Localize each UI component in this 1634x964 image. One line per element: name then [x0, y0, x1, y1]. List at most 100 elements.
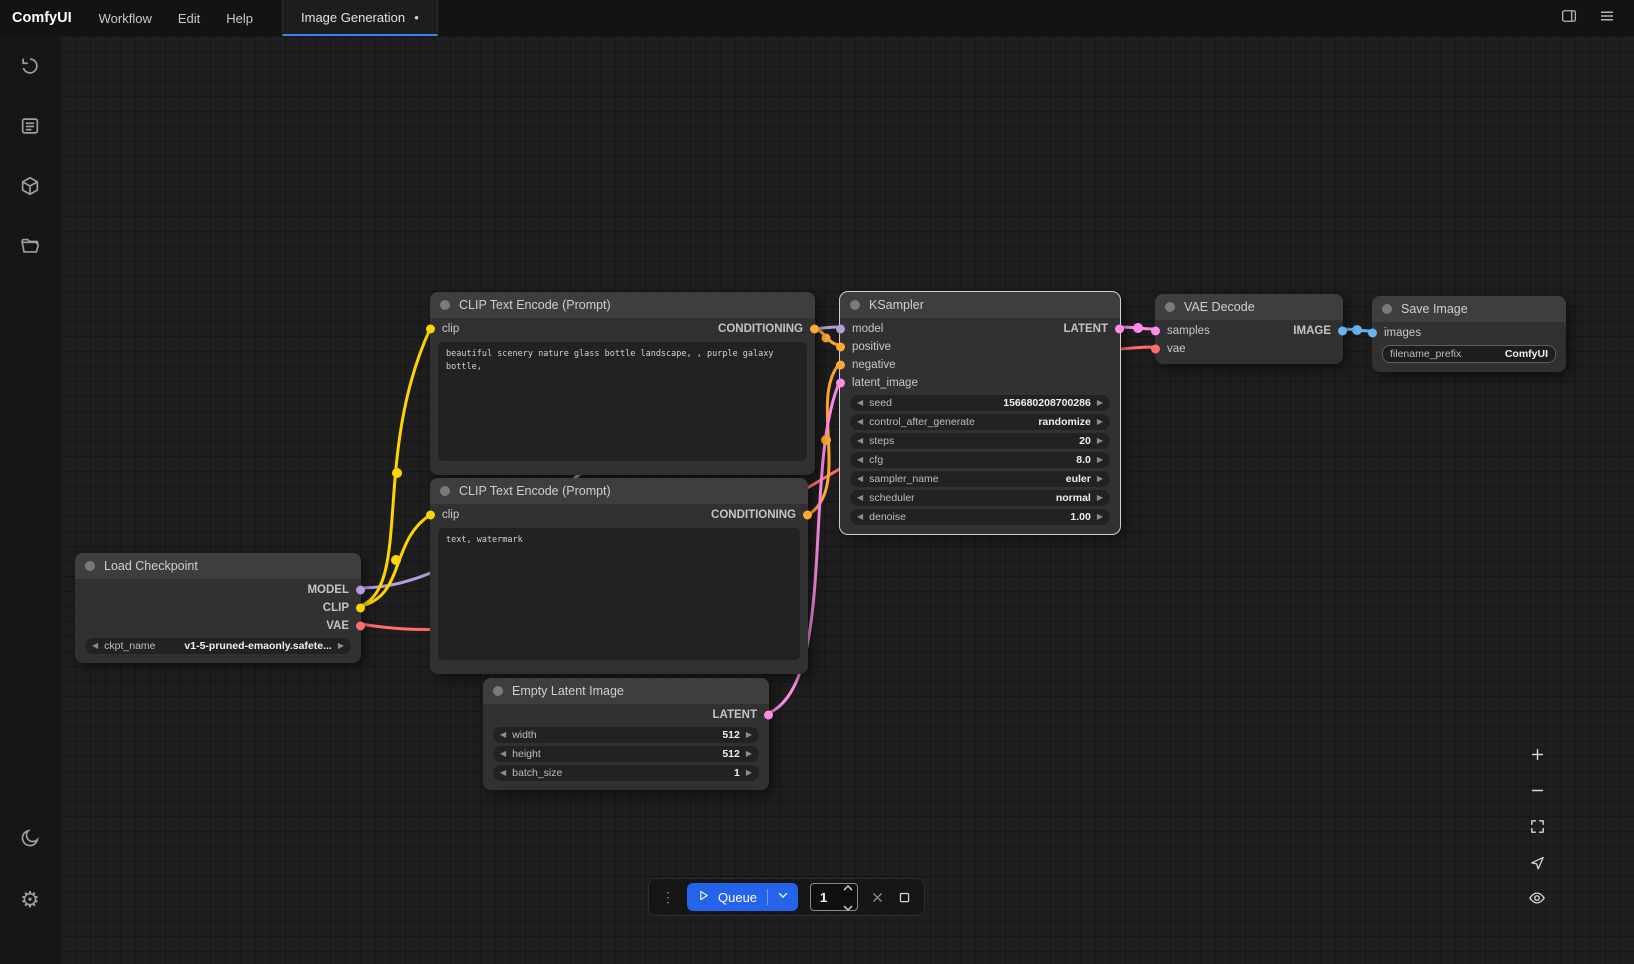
collapse-dot-icon[interactable] — [440, 300, 450, 310]
widget-steps[interactable]: ◀ steps 20 ▶ — [850, 433, 1110, 449]
node-save-image[interactable]: Save Image images filename_prefix ComfyU… — [1372, 296, 1566, 372]
node-clip-text-encode-positive[interactable]: CLIP Text Encode (Prompt) clip CONDITION… — [430, 292, 815, 475]
widget-scheduler[interactable]: ◀ scheduler normal ▶ — [850, 490, 1110, 506]
collapse-dot-icon[interactable] — [850, 300, 860, 310]
prompt-text-widget[interactable]: beautiful scenery nature glass bottle la… — [438, 342, 807, 461]
fit-view-button[interactable] — [1520, 812, 1554, 840]
widget-seed[interactable]: ◀ seed 156680208700286 ▶ — [850, 395, 1110, 411]
menu-edit[interactable]: Edit — [165, 0, 213, 36]
increment-icon[interactable]: ▶ — [1097, 399, 1103, 407]
stepper-up-icon[interactable] — [843, 878, 853, 896]
widget-batch-size[interactable]: ◀ batch_size 1 ▶ — [493, 765, 759, 781]
node-header[interactable]: KSampler — [840, 292, 1120, 318]
batch-count-input[interactable]: 1 — [810, 883, 858, 911]
queue-button[interactable]: Queue — [687, 889, 767, 905]
settings-button[interactable]: ⚙ — [10, 880, 50, 920]
widget-width[interactable]: ◀ width 512 ▶ — [493, 727, 759, 743]
input-port-images[interactable] — [1368, 329, 1377, 338]
input-port-clip[interactable] — [426, 511, 435, 520]
increment-icon[interactable]: ▶ — [1097, 475, 1103, 483]
model-library-button[interactable] — [10, 168, 50, 208]
stop-button[interactable] — [897, 890, 912, 905]
decrement-icon[interactable]: ◀ — [857, 437, 863, 445]
increment-icon[interactable]: ▶ — [1097, 418, 1103, 426]
widget-sampler-name[interactable]: ◀ sampler_name euler ▶ — [850, 471, 1110, 487]
decrement-icon[interactable]: ◀ — [857, 494, 863, 502]
toolbar-drag-handle-icon[interactable]: ⋮ — [661, 889, 675, 906]
output-port-image[interactable] — [1338, 327, 1347, 336]
toggle-panel-button[interactable] — [1554, 4, 1584, 32]
output-port-vae[interactable] — [356, 622, 365, 631]
increment-icon[interactable]: ▶ — [746, 750, 752, 758]
link-dot-samples[interactable] — [1133, 323, 1143, 333]
widget-cfg[interactable]: ◀ cfg 8.0 ▶ — [850, 452, 1110, 468]
output-port-conditioning[interactable] — [810, 325, 819, 334]
decrement-icon[interactable]: ◀ — [857, 399, 863, 407]
widget-denoise[interactable]: ◀ denoise 1.00 ▶ — [850, 509, 1110, 525]
node-empty-latent-image[interactable]: Empty Latent Image LATENT ◀ width 512 ▶ … — [483, 678, 769, 790]
increment-icon[interactable]: ▶ — [1097, 456, 1103, 464]
stepper-down-icon[interactable] — [843, 898, 853, 916]
increment-icon[interactable]: ▶ — [746, 731, 752, 739]
collapse-dot-icon[interactable] — [85, 561, 95, 571]
node-vae-decode[interactable]: VAE Decode samples IMAGE vae — [1155, 294, 1343, 364]
node-header[interactable]: Save Image — [1372, 296, 1566, 322]
input-port-samples[interactable] — [1151, 327, 1160, 336]
widget-ckpt-name[interactable]: ◀ ckpt_name v1-5-pruned-emaonly.safete..… — [85, 638, 351, 654]
collapse-dot-icon[interactable] — [493, 686, 503, 696]
increment-icon[interactable]: ▶ — [746, 769, 752, 777]
decrement-icon[interactable]: ◀ — [92, 642, 98, 650]
collapse-dot-icon[interactable] — [1382, 304, 1392, 314]
link-dot-image[interactable] — [1352, 325, 1362, 335]
decrement-icon[interactable]: ◀ — [857, 475, 863, 483]
input-port-model[interactable] — [836, 325, 845, 334]
queue-history-button[interactable] — [10, 108, 50, 148]
link-dot-clip-negative[interactable] — [391, 555, 401, 565]
main-menu-button[interactable] — [1592, 4, 1622, 32]
decrement-icon[interactable]: ◀ — [857, 513, 863, 521]
output-port-latent[interactable] — [764, 711, 773, 720]
decrement-icon[interactable]: ◀ — [500, 731, 506, 739]
input-port-positive[interactable] — [836, 343, 845, 352]
queue-options-button[interactable] — [768, 888, 798, 907]
menu-help[interactable]: Help — [213, 0, 266, 36]
widget-filename-prefix[interactable]: filename_prefix ComfyUI — [1382, 345, 1556, 363]
collapse-dot-icon[interactable] — [440, 486, 450, 496]
increment-icon[interactable]: ▶ — [1097, 494, 1103, 502]
increment-icon[interactable]: ▶ — [1097, 513, 1103, 521]
increment-icon[interactable]: ▶ — [338, 642, 344, 650]
node-header[interactable]: Empty Latent Image — [483, 678, 769, 704]
input-port-latent-image[interactable] — [836, 379, 845, 388]
input-port-negative[interactable] — [836, 361, 845, 370]
cancel-run-button[interactable] — [870, 890, 885, 905]
output-port-conditioning[interactable] — [803, 511, 812, 520]
zoom-in-button[interactable] — [1520, 740, 1554, 768]
link-dot-conditioning-positive[interactable] — [822, 334, 831, 343]
node-header[interactable]: CLIP Text Encode (Prompt) — [430, 292, 815, 318]
input-port-vae[interactable] — [1151, 345, 1160, 354]
theme-toggle-button[interactable] — [10, 820, 50, 860]
widget-control-after-generate[interactable]: ◀ control_after_generate randomize ▶ — [850, 414, 1110, 430]
node-header[interactable]: VAE Decode — [1155, 294, 1343, 320]
prompt-text-widget[interactable]: text, watermark — [438, 528, 800, 660]
decrement-icon[interactable]: ◀ — [857, 418, 863, 426]
link-dot-clip-positive[interactable] — [392, 468, 402, 478]
node-clip-text-encode-negative[interactable]: CLIP Text Encode (Prompt) clip CONDITION… — [430, 478, 808, 674]
node-graph-canvas[interactable]: Load Checkpoint MODEL CLIP VAE ◀ ckpt_na… — [60, 36, 1634, 964]
decrement-icon[interactable]: ◀ — [857, 456, 863, 464]
collapse-dot-icon[interactable] — [1165, 302, 1175, 312]
zoom-out-button[interactable] — [1520, 776, 1554, 804]
toggle-link-visibility-button[interactable] — [1520, 884, 1554, 912]
widget-height[interactable]: ◀ height 512 ▶ — [493, 746, 759, 762]
decrement-icon[interactable]: ◀ — [500, 750, 506, 758]
workflow-history-button[interactable] — [10, 48, 50, 88]
increment-icon[interactable]: ▶ — [1097, 437, 1103, 445]
node-load-checkpoint[interactable]: Load Checkpoint MODEL CLIP VAE ◀ ckpt_na… — [75, 553, 361, 663]
node-header[interactable]: Load Checkpoint — [75, 553, 361, 579]
tab-image-generation[interactable]: Image Generation ● — [282, 0, 438, 36]
select-mode-button[interactable] — [1520, 848, 1554, 876]
node-ksampler[interactable]: KSampler model LATENT positive negative … — [840, 292, 1120, 534]
output-port-latent[interactable] — [1115, 325, 1124, 334]
workflows-browser-button[interactable] — [10, 228, 50, 268]
output-port-model[interactable] — [356, 586, 365, 595]
